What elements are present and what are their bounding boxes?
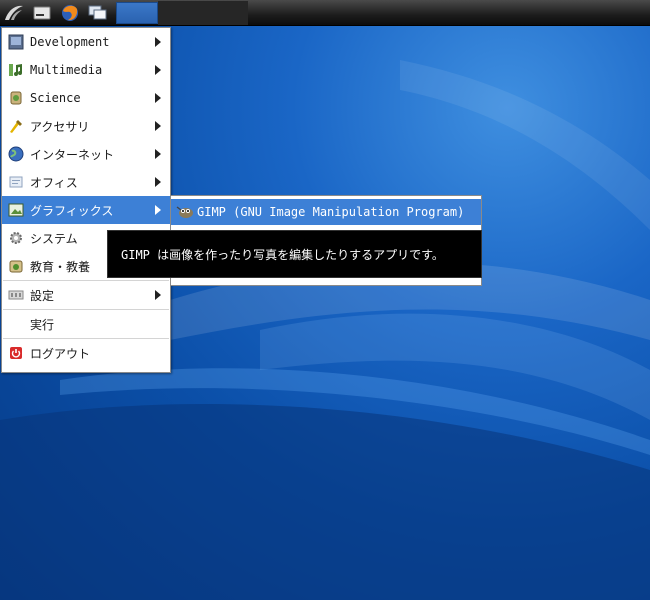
tooltip-text: GIMP は画像を作ったり写真を編集したりするアプリです。	[121, 247, 444, 262]
tooltip: GIMP は画像を作ったり写真を編集したりするアプリです。	[107, 230, 482, 278]
menu-item-office[interactable]: オフィス	[2, 168, 170, 196]
graphics-submenu: GIMP (GNU Image Manipulation Program)	[170, 195, 482, 229]
terminal-icon[interactable]	[28, 1, 56, 25]
menu-item-science[interactable]: Science	[2, 84, 170, 112]
submenu-item-gimp[interactable]: GIMP (GNU Image Manipulation Program)	[171, 199, 481, 225]
multimedia-icon	[8, 62, 24, 78]
menu-item-accessories[interactable]: アクセサリ	[2, 112, 170, 140]
system-icon	[8, 230, 24, 246]
lxde-logo-icon[interactable]	[0, 1, 28, 25]
education-icon	[8, 258, 24, 274]
taskbar-button[interactable]	[116, 1, 158, 24]
submenu-arrow-icon	[155, 37, 161, 47]
firefox-icon[interactable]	[56, 1, 84, 25]
menu-item-settings[interactable]: 設定	[2, 281, 170, 309]
menu-item-graphics[interactable]: グラフィックス	[2, 196, 170, 224]
submenu-arrow-icon	[155, 93, 161, 103]
menu-item-run[interactable]: 実行	[2, 310, 170, 338]
top-panel	[0, 0, 650, 26]
gimp-icon	[175, 204, 195, 220]
windows-icon[interactable]	[84, 1, 112, 25]
submenu-arrow-icon	[155, 177, 161, 187]
submenu-arrow-icon	[155, 65, 161, 75]
submenu-arrow-icon	[155, 205, 161, 215]
settings-icon	[8, 287, 24, 303]
internet-icon	[8, 146, 24, 162]
menu-item-logout[interactable]: ログアウト	[2, 339, 170, 367]
graphics-icon	[8, 202, 24, 218]
menu-item-multimedia[interactable]: Multimedia	[2, 56, 170, 84]
logout-icon	[8, 345, 24, 361]
submenu-item-label: GIMP (GNU Image Manipulation Program)	[197, 205, 465, 219]
accessories-icon	[8, 118, 24, 134]
main-menu: Development Multimedia Science アクセサリ インタ…	[1, 27, 171, 373]
panel-spacer	[158, 0, 248, 25]
menu-item-internet[interactable]: インターネット	[2, 140, 170, 168]
submenu-arrow-icon	[155, 290, 161, 300]
office-icon	[8, 174, 24, 190]
submenu-arrow-icon	[155, 149, 161, 159]
science-icon	[8, 90, 24, 106]
development-icon	[8, 34, 24, 50]
menu-item-development[interactable]: Development	[2, 28, 170, 56]
submenu-arrow-icon	[155, 121, 161, 131]
